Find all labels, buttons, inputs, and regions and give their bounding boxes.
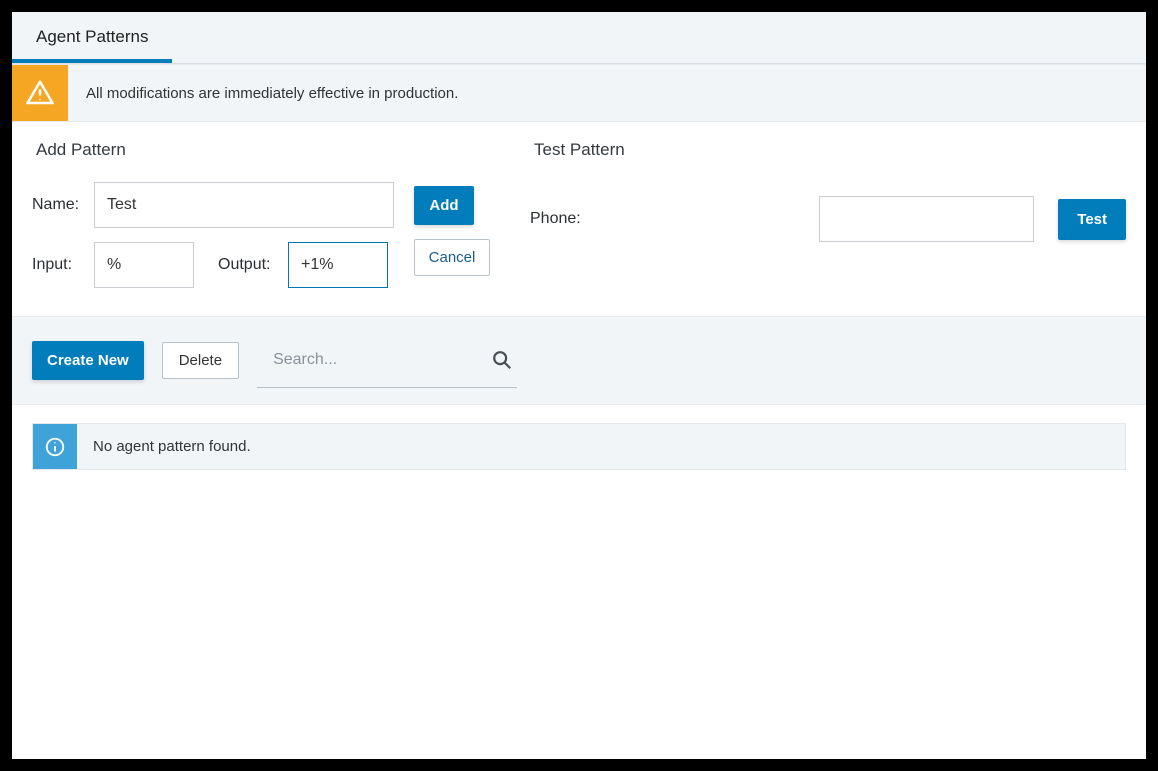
output-field[interactable]	[288, 242, 388, 288]
phone-label: Phone:	[530, 210, 581, 228]
test-pattern-title: Test Pattern	[534, 140, 1126, 160]
form-area: Add Pattern Name: Input: Output: Add	[12, 122, 1146, 316]
warning-icon	[12, 65, 68, 121]
output-label: Output:	[218, 256, 288, 274]
info-icon	[33, 424, 77, 469]
input-label: Input:	[32, 256, 94, 274]
info-banner: No agent pattern found.	[32, 423, 1126, 470]
name-label: Name:	[32, 196, 94, 214]
phone-input[interactable]	[819, 196, 1034, 242]
name-input[interactable]	[94, 182, 394, 228]
delete-button[interactable]: Delete	[162, 342, 239, 379]
add-pattern-section: Add Pattern Name: Input: Output: Add	[32, 140, 490, 288]
search-field-wrap[interactable]	[257, 333, 517, 388]
info-text: No agent pattern found.	[77, 424, 267, 469]
warning-banner: All modifications are immediately effect…	[12, 65, 1146, 122]
test-pattern-section: Test Pattern Phone: Test	[530, 140, 1126, 288]
tab-agent-patterns[interactable]: Agent Patterns	[12, 13, 172, 63]
tab-label: Agent Patterns	[36, 27, 148, 46]
search-icon	[491, 349, 513, 371]
cancel-button[interactable]: Cancel	[414, 239, 490, 276]
test-button-label: Test	[1077, 211, 1107, 228]
add-button-label: Add	[429, 197, 458, 214]
list-toolbar: Create New Delete	[12, 316, 1146, 405]
create-new-button[interactable]: Create New	[32, 341, 144, 380]
delete-label: Delete	[179, 352, 222, 369]
cancel-button-label: Cancel	[429, 249, 476, 266]
list-area: No agent pattern found.	[12, 405, 1146, 488]
test-button[interactable]: Test	[1058, 199, 1126, 240]
add-button[interactable]: Add	[414, 186, 474, 225]
warning-text: All modifications are immediately effect…	[68, 65, 476, 121]
input-field[interactable]	[94, 242, 194, 288]
search-input[interactable]	[261, 337, 461, 383]
add-pattern-title: Add Pattern	[36, 140, 394, 160]
tab-bar: Agent Patterns	[12, 12, 1146, 64]
create-new-label: Create New	[47, 352, 129, 369]
